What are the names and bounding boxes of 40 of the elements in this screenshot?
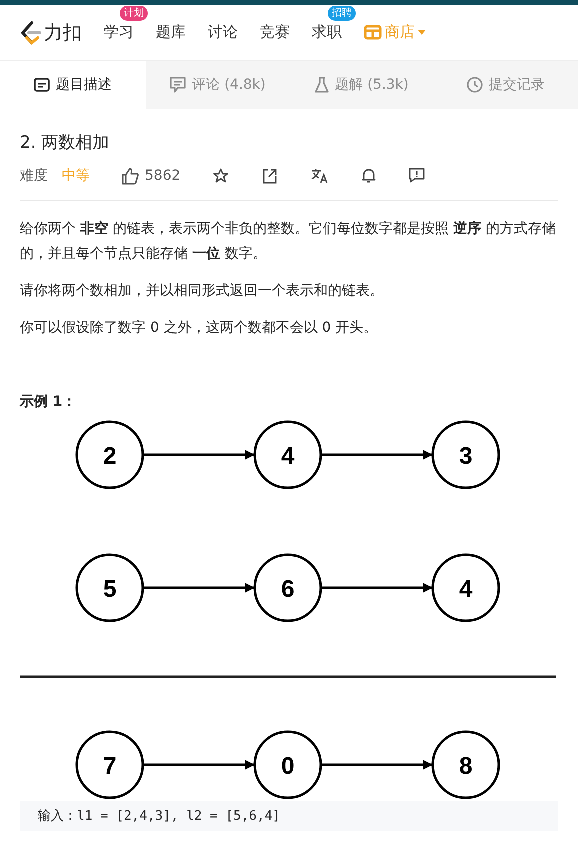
list-node: 7 [76, 730, 144, 800]
nav-link[interactable]: 竞赛 [260, 23, 290, 42]
document-icon [34, 78, 50, 92]
list-node: 4 [254, 420, 322, 490]
list-node: 8 [432, 730, 500, 800]
feedback-icon[interactable] [408, 168, 425, 184]
nav-link[interactable]: 学习 [104, 23, 134, 42]
nav-link[interactable]: 题库 [156, 23, 186, 42]
tab[interactable]: 题目描述 [0, 61, 146, 109]
shop-icon [364, 25, 382, 40]
star-icon[interactable] [212, 168, 229, 184]
shop-label: 商店 [385, 23, 415, 42]
list-node: 0 [254, 730, 322, 800]
list-node: 6 [254, 554, 322, 622]
list-node: 5 [76, 554, 144, 622]
bell-icon[interactable] [362, 168, 376, 184]
share-icon[interactable] [262, 168, 278, 184]
nav-link[interactable]: 求职 [312, 23, 342, 42]
thumbs-up-icon [122, 168, 139, 184]
nav-link[interactable]: 讨论 [208, 23, 238, 42]
logo-text[interactable]: 力扣 [44, 20, 82, 46]
logo-icon[interactable] [20, 20, 42, 44]
caret-icon [418, 30, 426, 35]
like-button[interactable]: 5862 [122, 168, 181, 184]
example-heading: 示例 1： [20, 393, 78, 411]
translate-icon[interactable] [310, 168, 329, 184]
list-node: 3 [432, 420, 500, 490]
nav-badge: 招聘 [328, 6, 356, 21]
comment-icon [170, 77, 186, 93]
description-paragraph: 你可以假设除了数字 0 之外，这两个数都不会以 0 开头。 [20, 319, 379, 338]
difficulty-value: 中等 [62, 167, 90, 185]
flask-icon [315, 77, 330, 93]
description-paragraph: 给你两个 非空 的链表，表示两个非负的整数。它们每位数字都是按照 逆序 的方式存储的，并且每个节点只能存储 一位 数字。 [20, 220, 557, 264]
list-node: 4 [432, 554, 500, 622]
clock-icon [467, 77, 483, 93]
nav-badge: 计划 [120, 6, 148, 21]
difficulty-label: 难度 [20, 167, 48, 185]
problem-title: 2. 两数相加 [20, 132, 111, 154]
list-node: 2 [76, 420, 144, 490]
description-paragraph: 请你将两个数相加，并以相同形式返回一个表示和的链表。 [20, 282, 385, 301]
